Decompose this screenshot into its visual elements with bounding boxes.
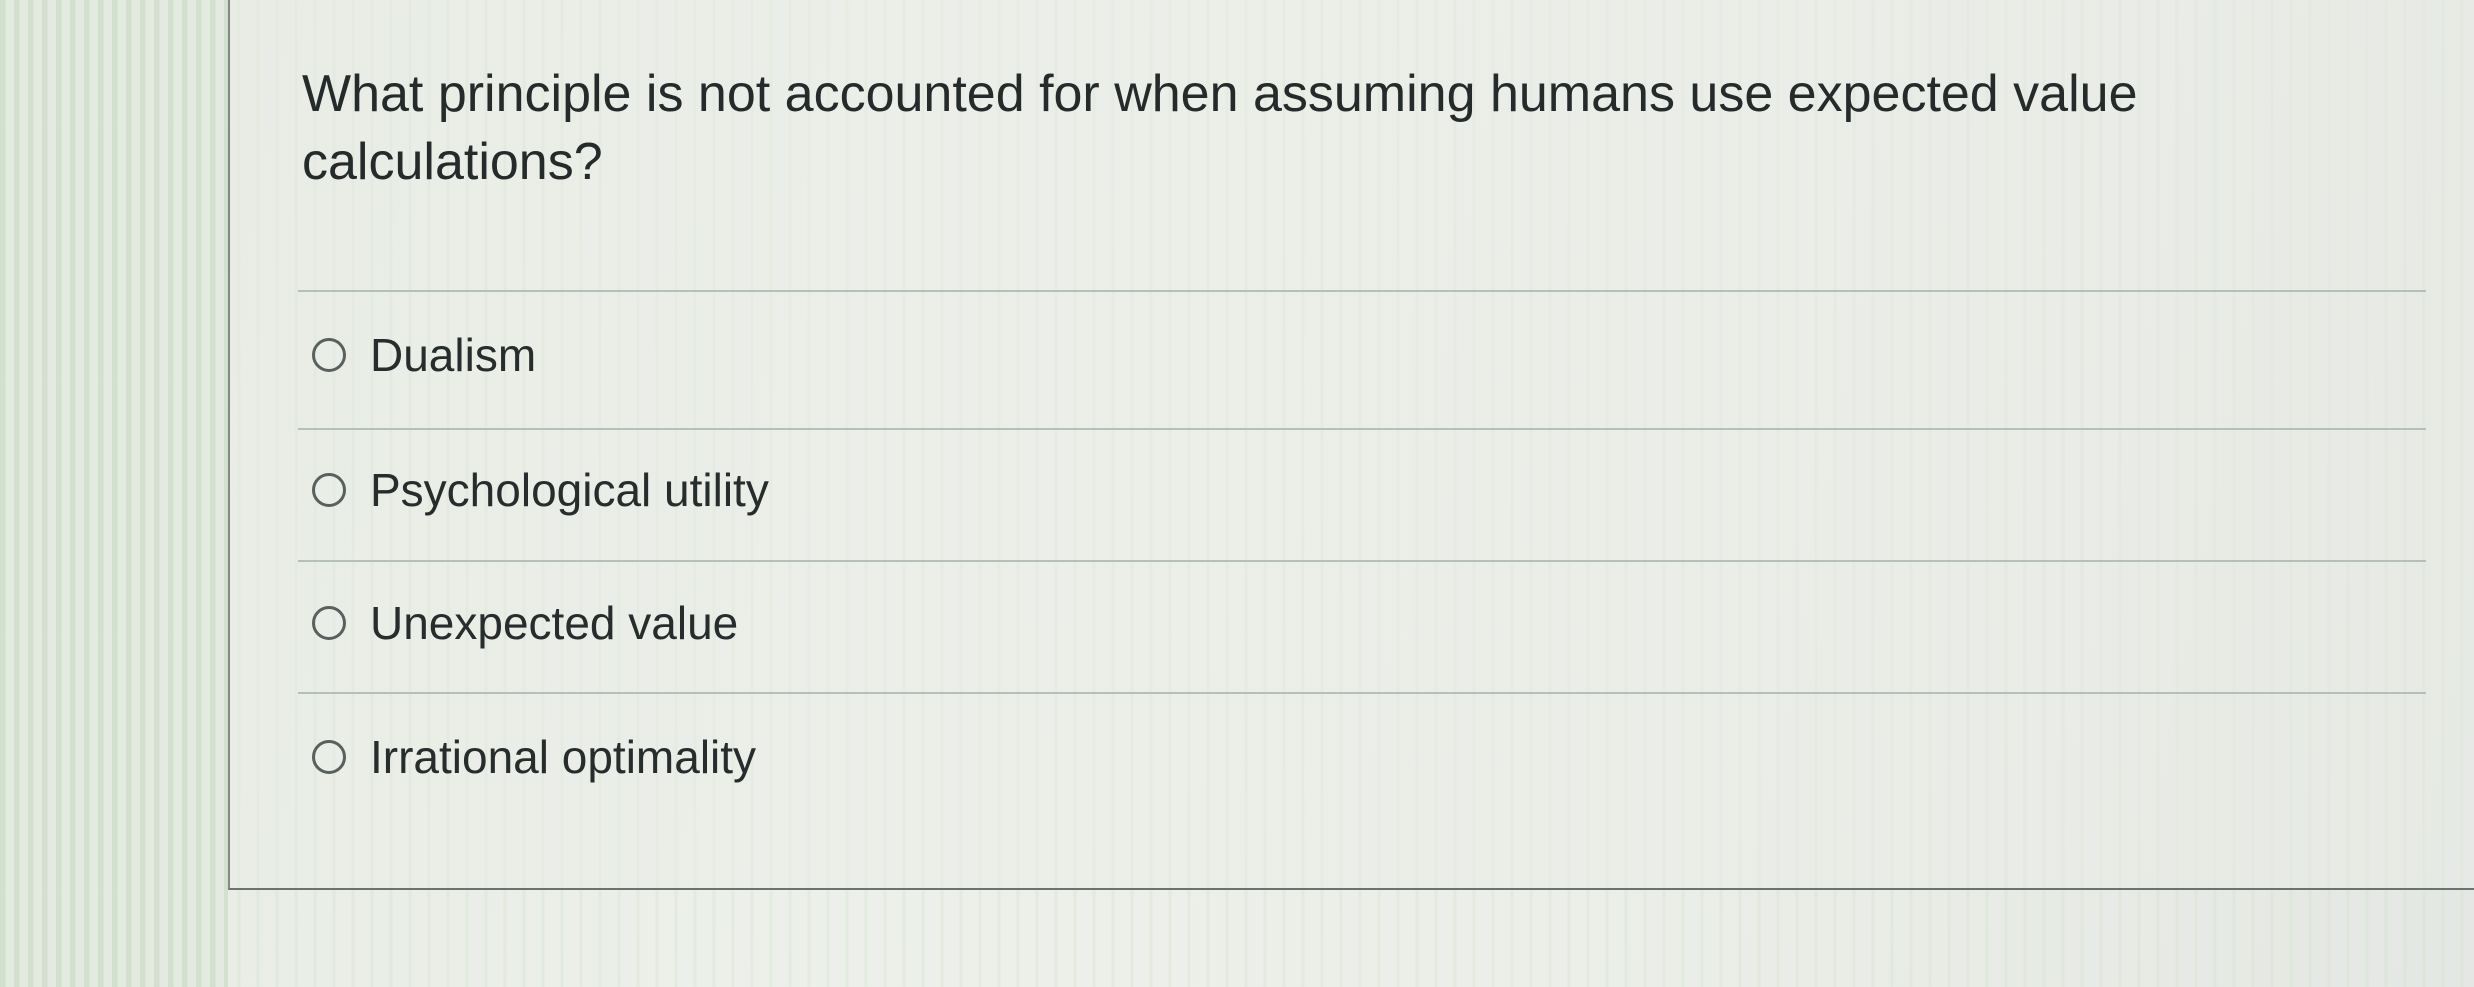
answer-option-unexpected-value[interactable]: Unexpected value (312, 588, 738, 658)
answer-option-dualism[interactable]: Dualism (312, 320, 536, 390)
option-divider (298, 692, 2426, 694)
answer-option-label: Irrational optimality (370, 731, 757, 783)
screen-background (0, 0, 228, 987)
radio-button-icon[interactable] (312, 606, 346, 640)
option-divider (298, 428, 2426, 430)
answer-option-label: Unexpected value (370, 597, 739, 649)
question-card: What principle is not accounted for when… (228, 0, 2474, 890)
radio-button-icon[interactable] (312, 473, 346, 507)
option-divider (298, 290, 2426, 292)
answer-option-label: Dualism (370, 329, 537, 381)
answer-option-irrational-optimality[interactable]: Irrational optimality (312, 722, 756, 792)
answer-option-psychological-utility[interactable]: Psychological utility (312, 455, 769, 525)
option-divider (298, 560, 2426, 562)
radio-button-icon[interactable] (312, 338, 346, 372)
radio-button-icon[interactable] (312, 740, 346, 774)
answer-option-label: Psychological utility (370, 464, 769, 516)
question-text: What principle is not accounted for when… (302, 65, 2138, 191)
